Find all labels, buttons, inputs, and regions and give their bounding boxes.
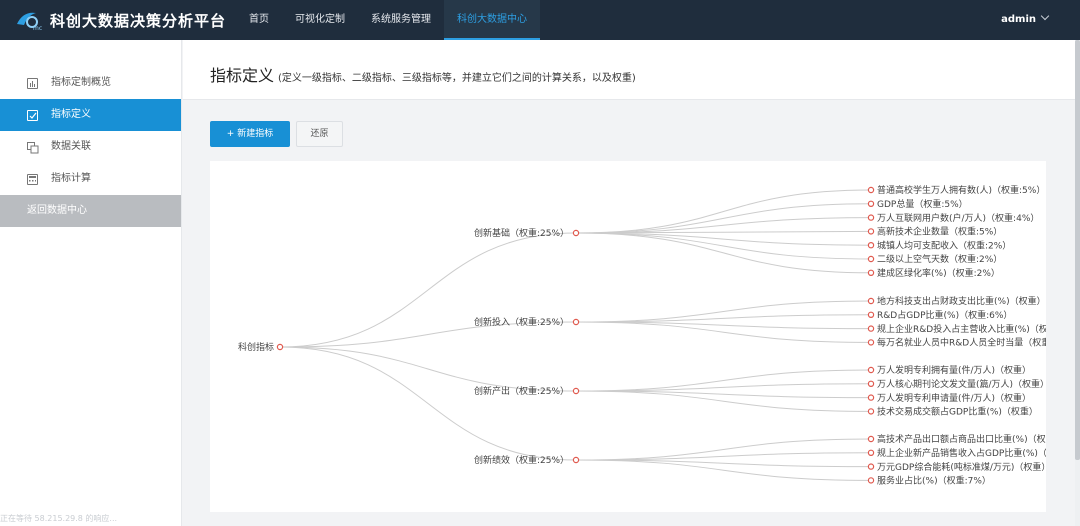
tree-leaf-node[interactable]: R&D占GDP比重(%)（权重:6%） [877,309,1012,321]
scrollbar-thumb[interactable] [1075,40,1080,460]
tree-leaf-node-dot[interactable] [867,200,875,208]
tree-leaf-node[interactable]: 建成区绿化率(%)（权重:2%） [877,267,1000,279]
tree-leaf-node[interactable]: 万人互联网用户数(户/万人)（权重:4%） [877,212,1039,224]
tree-leaf-node-dot[interactable] [867,380,875,387]
tree-root-node[interactable]: 科创指标 [238,341,274,353]
top-navbar: mc 科创大数据决策分析平台 首页 可视化定制 系统服务管理 科创大数据中心 a… [0,0,1080,40]
tree-leaf-node-dot[interactable] [867,449,875,456]
tree-leaf-node-dot[interactable] [867,186,875,194]
tree-leaf-node-dot[interactable] [867,366,875,374]
indicator-tree-panel: 普通高校学生万人拥有数(人)（权重:5%） GDP总量（权重:5%） 万人互联网用户… [210,161,1046,512]
page-title: 指标定义 (定义一级指标、二级指标、三级指标等，并建立它们之间的计算关系，以及权重… [210,62,636,86]
tree-branch-node-dot[interactable] [572,387,580,395]
tree-leaf-node[interactable]: 规上企业R&D投入占主营收入比重(%)（权重） [877,323,1046,335]
tree-branch-node-dot[interactable] [572,229,580,237]
tree-leaf-node-dot[interactable] [867,255,875,263]
tree-link [279,346,577,461]
tree-leaf-node[interactable]: 技术交易成交额占GDP比重(%)（权重） [877,406,1038,418]
tree-leaf-node[interactable]: 高新技术企业数量（权重:5%） [877,226,1002,238]
new-indicator-button[interactable]: + 新建指标 [210,121,290,147]
tree-leaf-node-dot[interactable] [867,228,875,235]
sidebar-item-overview[interactable]: 指标定制概览 [0,67,181,99]
checkbox-icon [27,109,38,121]
tree-branch-node-dot[interactable] [572,318,580,326]
tree-leaf-node-dot[interactable] [867,463,875,470]
app-title: 科创大数据决策分析平台 [50,11,227,30]
main-nav: 首页 可视化定制 系统服务管理 科创大数据中心 [236,0,540,40]
tree-leaf-node-dot[interactable] [867,408,875,415]
tree-leaf-node[interactable]: 每万名就业人员中R&D人员全时当量（权重） [877,337,1046,349]
tree-branch-node[interactable]: 创新产出（权重:25%） [474,385,569,397]
nav-system-services[interactable]: 系统服务管理 [358,0,444,40]
tree-link [279,232,577,348]
logo[interactable]: mc 科创大数据决策分析平台 [14,8,236,32]
tree-leaf-node[interactable]: 服务业占比(%)（权重:7%） [877,475,991,487]
sidebar-item-label: 指标定义 [51,109,91,120]
page-title-text: 指标定义 [210,66,275,85]
sidebar-item-definition[interactable]: 指标定义 [0,99,181,131]
tree-branch-node-dot[interactable] [572,456,580,464]
tree-root-node-dot[interactable] [276,343,284,351]
user-menu[interactable]: admin [1001,0,1050,40]
tree-leaf-node-dot[interactable] [867,311,875,318]
nav-home[interactable]: 首页 [236,0,282,40]
sidebar-item-label: 指标计算 [51,173,91,184]
svg-text:mc: mc [33,25,42,32]
sidebar-item-label: 指标定制概览 [51,77,111,88]
sidebar: 指标定制概览 指标定义 数据关联 指标计算 返回数据中心 正在等待 58.215… [0,40,182,526]
tree-leaf-node[interactable]: 普通高校学生万人拥有数(人)（权重:5%） [877,184,1045,196]
page-subtitle: (定义一级指标、二级指标、三级指标等，并建立它们之间的计算关系，以及权重) [278,73,636,84]
tree-leaf-node[interactable]: 地方科技支出占财政支出比重(%)（权重） [877,295,1046,307]
tree-leaf-node[interactable]: 万人核心期刊论文发文量(篇/万人)（权重） [877,378,1046,390]
tree-leaf-node[interactable]: 万人发明专利申请量(件/万人)（权重） [877,392,1031,404]
tree-leaf-node-dot[interactable] [867,325,875,332]
tree-leaf-node-dot[interactable] [867,394,875,401]
sidebar-item-association[interactable]: 数据关联 [0,131,181,163]
bar-chart-icon [27,77,38,89]
tree-leaf-node[interactable]: 万人发明专利拥有量(件/万人)（权重） [877,364,1031,376]
reset-button[interactable]: 还原 [296,121,343,147]
tree-leaf-node-dot[interactable] [867,435,875,443]
tree-leaf-node-dot[interactable] [867,214,875,221]
tree-branch-node[interactable]: 创新投入（权重:25%） [474,316,569,328]
back-to-data-center[interactable]: 返回数据中心 [0,195,181,227]
chevron-down-icon [1040,11,1050,21]
tree-link [575,232,872,260]
tree-leaf-node[interactable]: 高技术产品出口额占商品出口比重(%)（权重） [877,433,1046,445]
tree-leaf-node-dot[interactable] [867,477,875,484]
user-name: admin [1001,14,1036,25]
tree-leaf-node[interactable]: GDP总量（权重:5%） [877,198,968,210]
tree-leaf-node-dot[interactable] [867,339,875,346]
tree-branch-node[interactable]: 创新基础（权重:25%） [474,227,569,239]
calculator-icon [27,173,38,185]
tree-link [575,189,872,234]
tree-leaf-node-dot[interactable] [867,241,875,249]
indicator-tree: 普通高校学生万人拥有数(人)（权重:5%） GDP总量（权重:5%） 万人互联网用户… [238,184,1046,487]
sidebar-item-label: 数据关联 [51,141,91,152]
tree-branch-node[interactable]: 创新绩效（权重:25%） [474,454,569,466]
browser-status-text: 正在等待 58.215.29.8 的响应... [0,514,118,523]
tree-leaf-node[interactable]: 万元GDP综合能耗(吨标准煤/万元)（权重） [877,461,1046,473]
page-header: 指标定义 (定义一级指标、二级指标、三级指标等，并建立它们之间的计算关系，以及权重… [183,40,1075,100]
nav-data-center[interactable]: 科创大数据中心 [444,0,540,40]
tree-link [575,217,872,234]
brand-logo-icon: mc [14,8,44,32]
tree-leaf-node-dot[interactable] [867,297,875,305]
nav-visual-custom[interactable]: 可视化定制 [282,0,358,40]
tree-leaf-node[interactable]: 规上企业新产品销售收入占GDP比重(%)（权重） [877,447,1046,459]
tree-leaf-node-dot[interactable] [867,269,875,277]
link-copy-icon [27,141,39,153]
tree-leaf-node[interactable]: 二级以上空气天数（权重:2%） [877,253,1002,265]
sidebar-item-calculation[interactable]: 指标计算 [0,163,181,195]
tree-link [279,346,577,392]
tree-leaf-node[interactable]: 城镇人均可支配收入（权重:2%） [877,239,1011,251]
